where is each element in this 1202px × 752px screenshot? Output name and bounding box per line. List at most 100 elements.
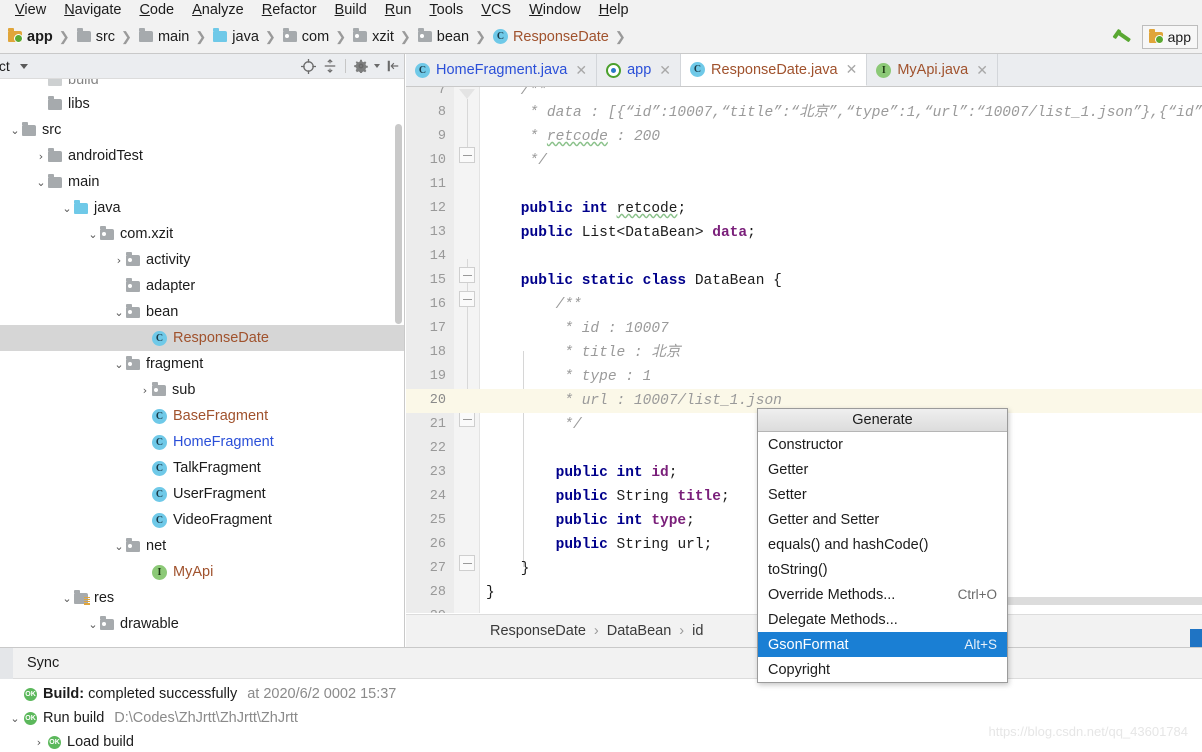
menu-item-view[interactable]: View xyxy=(6,0,55,20)
chevron-down-icon[interactable] xyxy=(19,63,28,69)
chevron-down-icon[interactable]: ⌄ xyxy=(8,124,22,137)
editor-tab-homefragment-java[interactable]: C HomeFragment.java ✕ xyxy=(406,54,598,86)
menu-item-window[interactable]: Window xyxy=(520,0,590,20)
breadcrumb-item-java[interactable]: java ❯ xyxy=(213,28,283,45)
resource-folder-icon xyxy=(74,589,90,605)
close-icon[interactable]: ✕ xyxy=(846,61,858,78)
line-source: public int id; xyxy=(486,465,678,481)
tree-item-net[interactable]: ⌄ net xyxy=(0,533,404,559)
breadcrumb-separator: › xyxy=(593,623,599,639)
gear-icon[interactable] xyxy=(350,55,372,77)
breadcrumb-item-xzit[interactable]: xzit ❯ xyxy=(353,28,418,45)
chevron-right-icon[interactable]: › xyxy=(34,150,48,163)
menu-item-help[interactable]: Help xyxy=(590,0,638,20)
menu-item-navigate[interactable]: Navigate xyxy=(55,0,130,20)
close-icon[interactable]: ✕ xyxy=(659,62,671,79)
tree-item-bean[interactable]: ⌄ bean xyxy=(0,299,404,325)
tree-item-talkfragment[interactable]: C TalkFragment xyxy=(0,455,404,481)
generate-popup[interactable]: Generate Constructor Getter Setter Getter a… xyxy=(757,408,1008,683)
tree-item-videofragment[interactable]: C VideoFragment xyxy=(0,507,404,533)
chevron-down-icon[interactable]: ⌄ xyxy=(112,540,126,553)
tree-item-fragment[interactable]: ⌄ fragment xyxy=(0,351,404,377)
tree-item-adapter[interactable]: adapter xyxy=(0,273,404,299)
chevron-down-icon[interactable]: ⌄ xyxy=(86,228,100,241)
generate-item-getter[interactable]: Getter xyxy=(758,457,1007,482)
menu-item-vcs[interactable]: VCS xyxy=(472,0,520,20)
run-configuration-selector[interactable]: app xyxy=(1141,25,1198,49)
generate-item-tostring[interactable]: toString() xyxy=(758,557,1007,582)
tree-item-homefragment[interactable]: C HomeFragment xyxy=(0,429,404,455)
locate-icon[interactable] xyxy=(297,55,319,77)
editor-breadcrumb-item-id[interactable]: id xyxy=(692,623,703,639)
tree-item-activity[interactable]: › activity xyxy=(0,247,404,273)
chevron-down-icon[interactable]: ⌄ xyxy=(60,202,74,215)
tree-item-responsedate[interactable]: C ResponseDate xyxy=(0,325,404,351)
hide-panel-icon[interactable] xyxy=(382,55,404,77)
editor-breadcrumb-item-databean[interactable]: DataBean xyxy=(607,623,672,639)
chevron-down-icon[interactable]: ⌄ xyxy=(34,176,48,189)
line-number: 20 xyxy=(429,393,446,408)
generate-item-equals-and-hashcode[interactable]: equals() and hashCode() xyxy=(758,532,1007,557)
menu-item-build[interactable]: Build xyxy=(326,0,376,20)
menu-item-analyze[interactable]: Analyze xyxy=(183,0,253,20)
menu-item-tools[interactable]: Tools xyxy=(420,0,472,20)
project-tree-scrollbar[interactable] xyxy=(395,124,402,324)
chevron-down-icon[interactable]: ⌄ xyxy=(60,592,74,605)
chevron-down-icon[interactable]: ⌄ xyxy=(112,358,126,371)
close-icon[interactable]: ✕ xyxy=(976,62,988,79)
build-hammer-icon[interactable] xyxy=(1112,27,1132,47)
generate-item-override-methods[interactable]: Override Methods... Ctrl+O xyxy=(758,582,1007,607)
close-icon[interactable]: ✕ xyxy=(575,62,587,79)
build-row-0[interactable]: OK Build: completed successfully at 2020/6… xyxy=(0,682,1202,706)
editor-breadcrumb-item-responsedate[interactable]: ResponseDate xyxy=(490,623,586,639)
tree-item-libs[interactable]: libs xyxy=(0,91,404,117)
editor-tab-responsedate-java[interactable]: C ResponseDate.java ✕ xyxy=(681,54,868,86)
chevron-down-icon[interactable]: ⌄ xyxy=(6,712,24,725)
collapse-all-icon[interactable] xyxy=(319,55,341,77)
chevron-down-small-icon[interactable] xyxy=(372,55,382,77)
chevron-right-icon[interactable]: › xyxy=(138,384,152,397)
tree-item-androidtest[interactable]: › androidTest xyxy=(0,143,404,169)
tree-item-build[interactable]: build xyxy=(0,79,404,91)
breadcrumb-item-app[interactable]: app ❯ xyxy=(8,28,77,45)
chevron-right-icon[interactable]: › xyxy=(30,736,48,749)
generate-item-gsonformat[interactable]: GsonFormat Alt+S xyxy=(758,632,1007,657)
tree-item-com-xzit[interactable]: ⌄ com.xzit xyxy=(0,221,404,247)
tree-item-main[interactable]: ⌄ main xyxy=(0,169,404,195)
tree-item-sub[interactable]: › sub xyxy=(0,377,404,403)
menu-item-refactor[interactable]: Refactor xyxy=(253,0,326,20)
tree-item-src[interactable]: ⌄ src xyxy=(0,117,404,143)
breadcrumb-item-main[interactable]: main ❯ xyxy=(138,28,213,45)
menu-item-code[interactable]: Code xyxy=(130,0,183,20)
tree-item-drawable[interactable]: ⌄ drawable xyxy=(0,611,404,637)
breadcrumb-item-com[interactable]: com ❯ xyxy=(282,28,353,45)
generate-item-getter-and-setter[interactable]: Getter and Setter xyxy=(758,507,1007,532)
editor-tab-myapi-java[interactable]: I MyApi.java ✕ xyxy=(867,54,998,86)
tab-sync[interactable]: Sync xyxy=(13,655,73,671)
editor-tab-app[interactable]: app ✕ xyxy=(597,54,682,86)
tree-item-basefragment[interactable]: C BaseFragment xyxy=(0,403,404,429)
editor-marker xyxy=(1190,629,1202,647)
tree-item-myapi[interactable]: I MyApi xyxy=(0,559,404,585)
generate-item-setter[interactable]: Setter xyxy=(758,482,1007,507)
line-source: * id : 10007 xyxy=(486,321,669,337)
line-number: 7 xyxy=(437,87,446,98)
chevron-down-icon[interactable]: ⌄ xyxy=(86,618,100,631)
breadcrumb-item-bean[interactable]: bean ❯ xyxy=(417,28,493,45)
breadcrumb-item-src[interactable]: src ❯ xyxy=(76,28,139,45)
menu-item-run[interactable]: Run xyxy=(376,0,421,20)
chevron-down-icon[interactable]: ⌄ xyxy=(112,306,126,319)
generate-item-copyright[interactable]: Copyright xyxy=(758,657,1007,682)
generate-item-constructor[interactable]: Constructor xyxy=(758,432,1007,457)
tree-item-userfragment[interactable]: C UserFragment xyxy=(0,481,404,507)
line-number: 19 xyxy=(429,369,446,384)
generate-item-delegate-methods[interactable]: Delegate Methods... xyxy=(758,607,1007,632)
project-tree[interactable]: build libs ⌄ src › androidTest ⌄ main ⌄ java ⌄ com.… xyxy=(0,79,404,647)
chevron-right-icon[interactable]: › xyxy=(112,254,126,267)
breadcrumb-item-responsedate[interactable]: C ResponseDate ❯ xyxy=(492,29,633,45)
generate-item-label: Getter xyxy=(768,461,809,478)
breadcrumb: app ❯ src ❯ main ❯ java ❯ com ❯ xzit ❯ bean ❯ C Respons… xyxy=(8,28,633,45)
tree-item-res[interactable]: ⌄ res xyxy=(0,585,404,611)
tree-item-java[interactable]: ⌄ java xyxy=(0,195,404,221)
class-icon: C xyxy=(152,460,167,476)
